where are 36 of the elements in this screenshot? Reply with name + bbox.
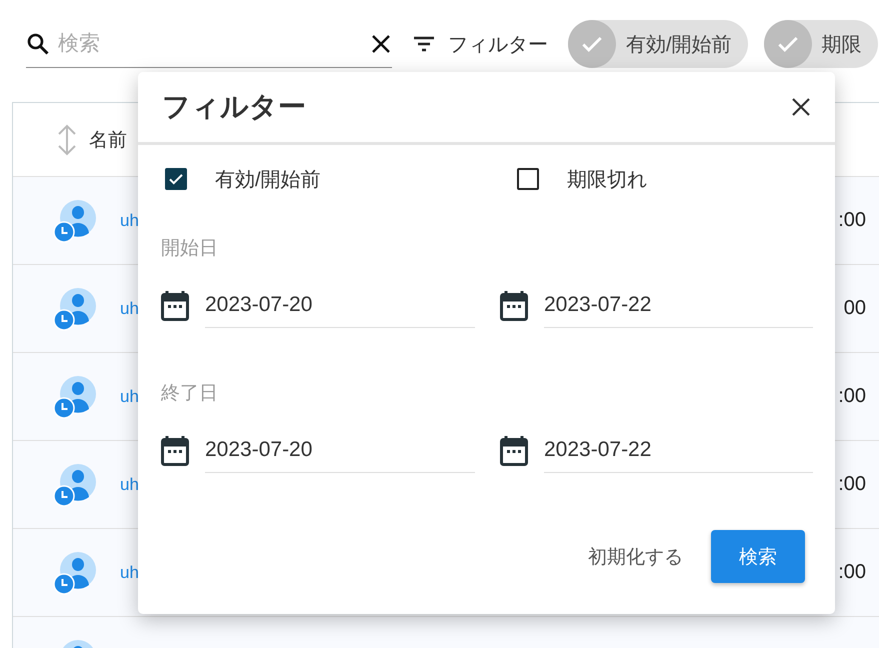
- time-cell: :00: [838, 209, 866, 232]
- checkbox[interactable]: [517, 168, 539, 190]
- search-field[interactable]: 検索: [50, 32, 370, 56]
- filter-icon: [412, 34, 436, 54]
- status-option[interactable]: 有効/開始前: [165, 166, 517, 192]
- time-cell: 00: [844, 297, 866, 320]
- range-label: 開始日: [161, 237, 219, 261]
- close-button[interactable]: [791, 97, 811, 117]
- filter-chip[interactable]: 期限: [764, 20, 878, 68]
- user-avatar-icon: [53, 462, 97, 506]
- filter-chip[interactable]: 有効/開始前: [568, 20, 748, 68]
- date-field[interactable]: 2023-07-22: [544, 428, 813, 473]
- user-avatar-icon: [53, 198, 97, 242]
- time-cell: :00: [838, 385, 866, 408]
- range-label: 終了日: [161, 382, 219, 406]
- filter-button[interactable]: フィルター: [408, 30, 552, 58]
- search-button[interactable]: 検索: [711, 530, 805, 583]
- time-cell: :00: [838, 561, 866, 584]
- status-option[interactable]: 期限切れ: [517, 166, 835, 192]
- reset-button[interactable]: 初期化する: [588, 530, 683, 583]
- column-header: 名前: [89, 128, 127, 152]
- clear-button[interactable]: [370, 32, 392, 54]
- user-avatar-icon: [53, 550, 97, 594]
- checkbox[interactable]: [165, 168, 187, 190]
- date-field[interactable]: 2023-07-20: [205, 283, 475, 328]
- user-avatar-icon: [53, 286, 97, 330]
- user-avatar-icon: [53, 374, 97, 418]
- calendar-icon[interactable]: [161, 290, 189, 322]
- calendar-icon[interactable]: [161, 434, 189, 466]
- date-field[interactable]: 2023-07-22: [544, 283, 813, 328]
- time-cell: :00: [838, 473, 866, 496]
- date-field[interactable]: 2023-07-20: [205, 428, 475, 473]
- search-icon: [26, 32, 50, 56]
- calendar-icon[interactable]: [500, 290, 528, 322]
- dialog-title: フィルター: [162, 90, 306, 124]
- calendar-icon[interactable]: [500, 434, 528, 466]
